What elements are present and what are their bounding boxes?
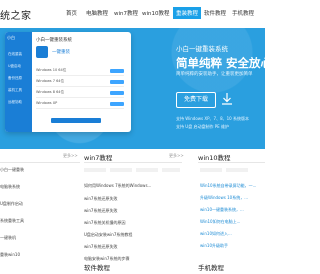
download-button[interactable]: 免费下载	[176, 92, 216, 108]
hero-tagline: 小白一键重装系统	[176, 45, 228, 53]
tag-pill[interactable]	[136, 168, 158, 172]
app-sidebar-item: 在线重装	[8, 52, 22, 56]
divider	[0, 162, 80, 163]
section-title-phone: 手机教程	[198, 264, 224, 272]
app-title: 小白一键重装系统	[36, 38, 72, 43]
tag-pill[interactable]	[200, 168, 222, 172]
list-item[interactable]: win7系统还原失败	[84, 244, 117, 250]
list-item[interactable]: 系统重装工具	[0, 218, 24, 224]
list-item[interactable]: win7系统还原失败	[84, 196, 117, 202]
list-item[interactable]: 一键装机	[0, 235, 16, 241]
hero-headline: 简单纯粹 安全放心	[176, 56, 273, 70]
nav-item-win7[interactable]: win7教程	[114, 9, 138, 17]
app-sidebar-item: 装机工具	[8, 88, 22, 92]
app-next-button	[51, 118, 101, 123]
list-item[interactable]: Win10系统自带录屏功能，一...	[200, 183, 256, 189]
list-item[interactable]: U盘制作启动	[0, 201, 23, 207]
col-title-win10: win10教程	[198, 154, 231, 162]
hero-description: 简单纯粹的安装助手，让重装更加简单	[176, 72, 253, 77]
list-item[interactable]: win10一键重装系统，...	[200, 207, 244, 213]
site-logo[interactable]: 统之家	[0, 7, 32, 22]
nav-item-software[interactable]: 软件教程	[204, 9, 226, 17]
more-link[interactable]: 更多>>	[63, 153, 78, 159]
app-sidebar-item: U盘启动	[8, 64, 22, 68]
list-item[interactable]: Win10如何在电脑上...	[200, 219, 240, 225]
tag-pill[interactable]	[84, 168, 106, 172]
nav-item-phone[interactable]: 手机教程	[232, 9, 254, 17]
list-item[interactable]: win7系统关机慢的原因	[84, 220, 125, 226]
list-item[interactable]: 小白一键重装	[0, 167, 24, 173]
download-icon[interactable]	[222, 93, 232, 105]
section-title-software: 软件教程	[84, 264, 110, 272]
support-text: 支持 Windows XP、7、8、10 系统版本	[176, 116, 250, 121]
tag-pill[interactable]	[162, 168, 180, 172]
app-subtitle: 一键重装	[52, 50, 70, 55]
nav-item-pc-tutorial[interactable]: 电脑教程	[86, 9, 108, 17]
list-item[interactable]: win7系统还原失败	[84, 208, 117, 214]
os-row: Windows XP	[36, 101, 124, 109]
list-item[interactable]: win10升级助手	[200, 243, 228, 249]
app-sidebar-item: 备份还原	[8, 76, 22, 80]
tag-pill[interactable]	[226, 168, 248, 172]
more-link[interactable]: 更多>>	[169, 153, 184, 159]
app-sidebar-item: 远程协助	[8, 100, 22, 104]
divider	[84, 162, 182, 163]
top-navbar: 统之家 首页 电脑教程 win7教程 win10教程 重装教程 软件教程 手机教…	[0, 0, 265, 29]
tag-pill[interactable]	[110, 168, 132, 172]
app-brand: 小白	[7, 35, 15, 40]
support-text: 支持 U盘 启动盘制作 PE 维护	[176, 124, 229, 129]
os-row: Windows 7 64位	[36, 79, 124, 87]
nav-item-win10[interactable]: win10教程	[142, 9, 170, 17]
nav-item-home[interactable]: 首页	[66, 9, 77, 17]
app-logo-icon	[36, 46, 48, 58]
app-sidebar: 小白 在线重装 U盘启动 备份还原 装机工具 远程协助	[5, 32, 32, 132]
list-item[interactable]: 重装win10	[0, 252, 20, 258]
app-window-preview: 小白 在线重装 U盘启动 备份还原 装机工具 远程协助 小白一键重装系统 一键重…	[5, 32, 131, 132]
list-item[interactable]: 升级Windows 10系统，...	[200, 195, 248, 201]
list-item[interactable]: win10如何进入...	[200, 231, 232, 237]
col-title-win7: win7教程	[84, 154, 113, 162]
list-item[interactable]: U盘启动安装win7系统教程	[84, 232, 132, 238]
divider	[198, 162, 265, 163]
os-row: Windows 10 64位	[36, 68, 124, 76]
list-item[interactable]: 如何用Windows 7系统的Windows...	[84, 183, 151, 189]
list-item[interactable]: 电脑装系统	[0, 184, 20, 190]
nav-item-reinstall[interactable]: 重装教程	[173, 7, 202, 19]
os-row: Windows 8 64位	[36, 90, 124, 98]
